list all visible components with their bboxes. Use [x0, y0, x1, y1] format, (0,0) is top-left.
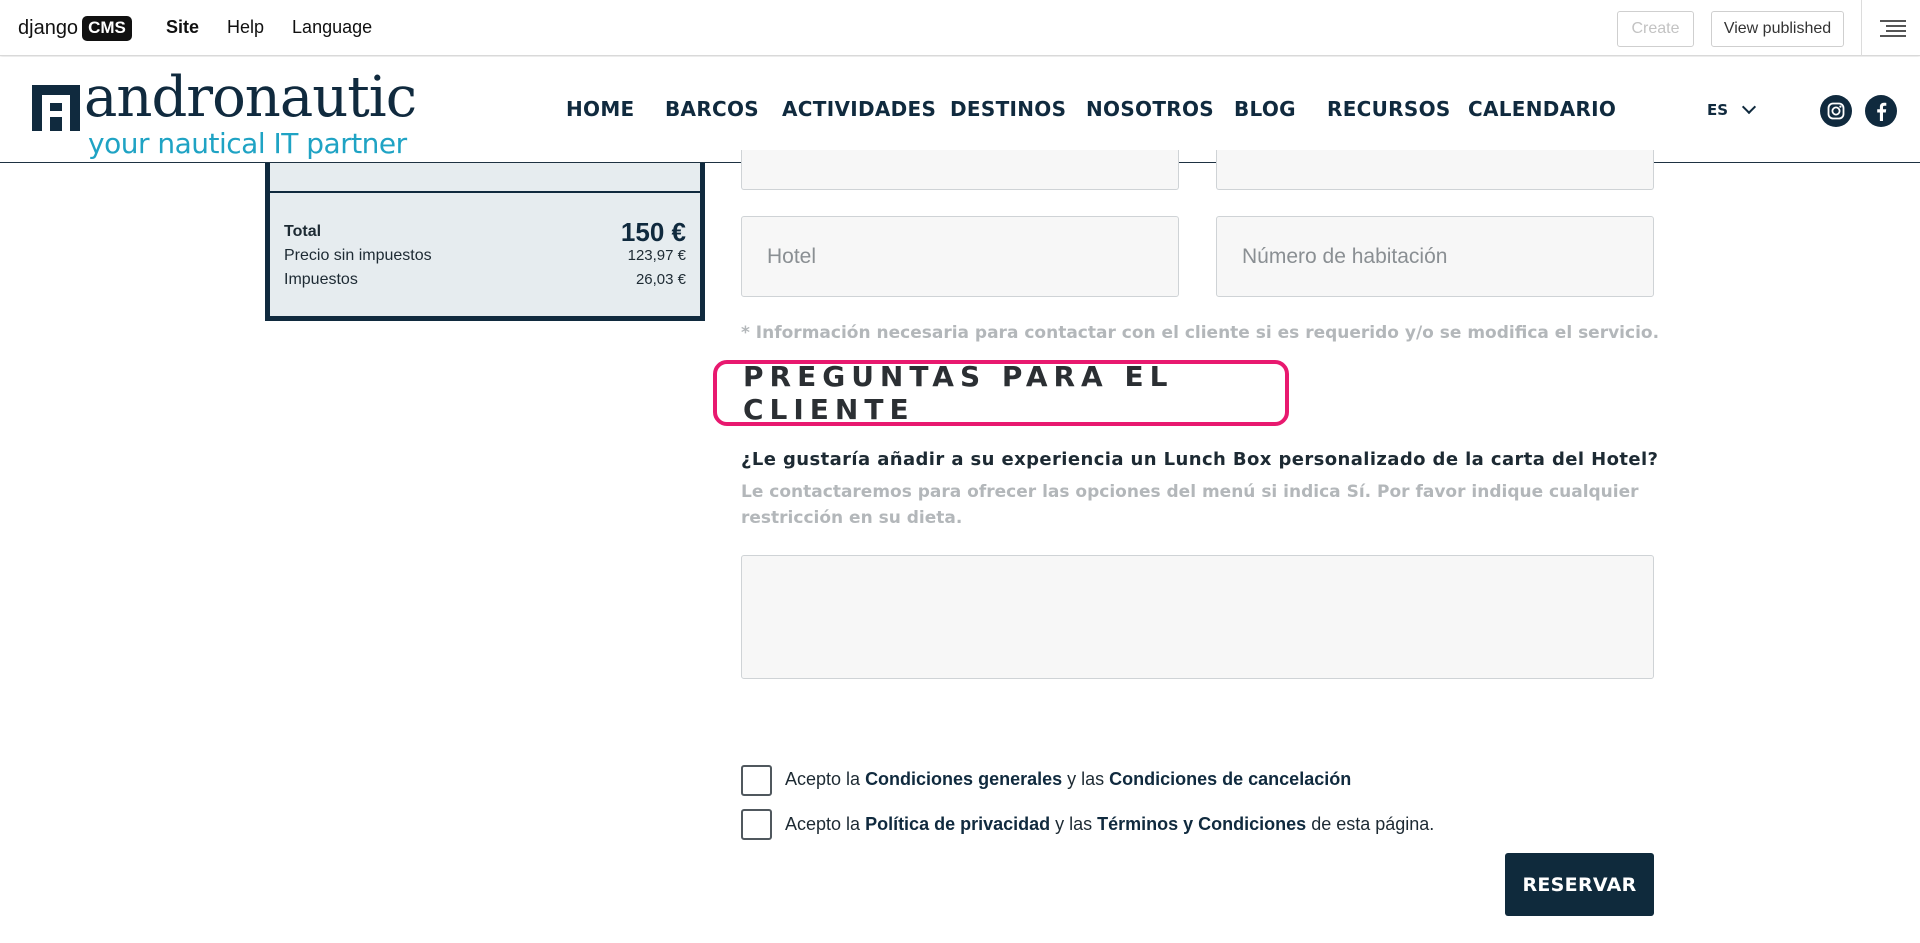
general-conditions-link[interactable]: Condiciones generales	[865, 769, 1062, 789]
previous-field-left[interactable]	[741, 150, 1179, 190]
nav-barcos[interactable]: BARCOS	[665, 97, 759, 121]
view-published-button[interactable]: View published	[1711, 11, 1844, 47]
lunchbox-question: ¿Le gustaría añadir a su experiencia un …	[741, 449, 1659, 470]
terms2-pre: Acepto la	[785, 814, 866, 834]
nav-actividades[interactable]: ACTIVIDADES	[782, 97, 936, 121]
create-button[interactable]: Create	[1617, 11, 1694, 47]
cms-logo-text: django	[18, 16, 79, 39]
accept-conditions-label: Acepto la Condiciones generales y las Co…	[785, 769, 1351, 790]
site-header: andronautic your nautical IT partner HOM…	[0, 57, 1920, 163]
cms-logo-badge: CMS	[82, 15, 132, 41]
summary-divider	[270, 191, 700, 193]
nav-home[interactable]: HOME	[566, 97, 635, 121]
accept-conditions-checkbox[interactable]	[741, 765, 772, 796]
section-title-client-questions: PREGUNTAS PARA EL CLIENTE	[713, 360, 1289, 426]
privacy-policy-link[interactable]: Política de privacidad	[865, 814, 1050, 834]
cms-menu-help[interactable]: Help	[227, 17, 264, 38]
cancellation-conditions-link[interactable]: Condiciones de cancelación	[1109, 769, 1351, 789]
structure-mode-icon[interactable]	[1880, 20, 1906, 38]
facebook-icon[interactable]	[1865, 95, 1897, 127]
summary-total-row: Total 150 €	[284, 217, 686, 248]
logo-wordmark: andronautic	[84, 65, 417, 130]
terms2-mid: y las	[1050, 814, 1098, 834]
summary-net-row: Precio sin impuestos 123,97 €	[284, 247, 686, 265]
language-selector[interactable]: ES	[1707, 99, 1757, 119]
hotel-input[interactable]: Hotel	[741, 216, 1179, 297]
total-value: 150 €	[620, 217, 686, 247]
logo-tagline: your nautical IT partner	[88, 127, 407, 160]
previous-field-right[interactable]	[1216, 150, 1654, 190]
net-value: 123,97 €	[627, 247, 686, 264]
toolbar-divider	[1861, 0, 1862, 56]
cms-logo[interactable]: django CMS	[18, 14, 132, 42]
terms-and-conditions-link[interactable]: Términos y Condiciones	[1097, 814, 1306, 834]
total-label: Total	[284, 223, 322, 240]
cms-toolbar: django CMS Site Help Language Create Vie…	[0, 0, 1920, 56]
lunchbox-hint: Le contactaremos para ofrecer las opcion…	[741, 482, 1639, 528]
net-label: Precio sin impuestos	[284, 247, 432, 264]
nav-blog[interactable]: BLOG	[1234, 97, 1296, 121]
terms1-mid: y las	[1062, 769, 1110, 789]
nav-recursos[interactable]: RECURSOS	[1327, 97, 1451, 121]
logo-mark-icon	[32, 85, 80, 131]
chevron-down-icon	[1741, 99, 1757, 115]
tax-value: 26,03 €	[635, 271, 686, 288]
cms-menu: Site Help Language	[166, 17, 400, 38]
booking-summary: Total 150 € Precio sin impuestos 123,97 …	[265, 163, 705, 321]
lunchbox-answer-textarea[interactable]	[741, 555, 1654, 679]
tax-label: Impuestos	[284, 271, 358, 288]
site-logo[interactable]: andronautic your nautical IT partner	[32, 65, 422, 160]
nav-nosotros[interactable]: NOSOTROS	[1086, 97, 1214, 121]
accept-privacy-checkbox[interactable]	[741, 809, 772, 840]
cms-menu-site[interactable]: Site	[166, 17, 199, 38]
terms1-pre: Acepto la	[785, 769, 866, 789]
nav-calendario[interactable]: CALENDARIO	[1468, 97, 1616, 121]
terms2-post: de esta página.	[1306, 814, 1435, 834]
reserve-button[interactable]: RESERVAR	[1505, 853, 1654, 916]
nav-destinos[interactable]: DESTINOS	[950, 97, 1066, 121]
instagram-icon[interactable]	[1820, 95, 1852, 127]
cms-menu-language[interactable]: Language	[292, 17, 372, 38]
room-number-input[interactable]: Número de habitación	[1216, 216, 1654, 297]
language-code: ES	[1707, 101, 1729, 119]
summary-tax-row: Impuestos 26,03 €	[284, 271, 686, 289]
accept-privacy-label: Acepto la Política de privacidad y las T…	[785, 814, 1434, 835]
contact-info-note: * Información necesaria para contactar c…	[741, 323, 1660, 343]
